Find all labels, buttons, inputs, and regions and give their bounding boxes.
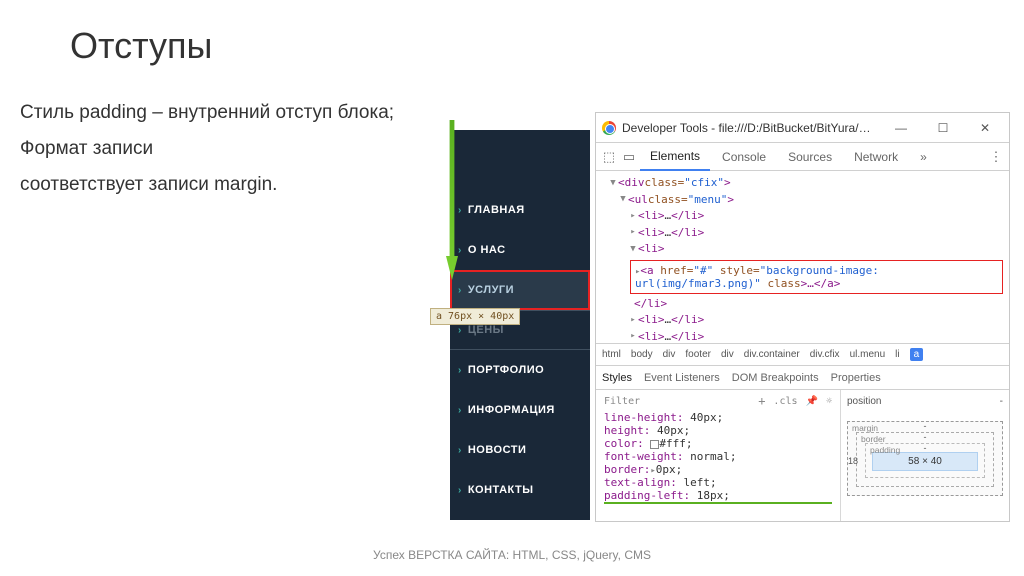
pin-icon[interactable]: 📌 (806, 396, 818, 407)
body-line-2: Формат записи (20, 131, 394, 167)
slide-footer: Успех ВЕРСТКА САЙТА: HTML, CSS, jQuery, … (0, 548, 1024, 562)
tab-console[interactable]: Console (712, 144, 776, 170)
minimize-button[interactable]: — (883, 116, 919, 140)
tab-styles[interactable]: Styles (602, 372, 632, 384)
tab-event-listeners[interactable]: Event Listeners (644, 372, 720, 384)
window-titlebar: Developer Tools - file:///D:/BitBucket/B… (596, 113, 1009, 143)
slide-body: Стиль padding – внутренний отступ блока;… (20, 95, 394, 203)
new-style-rule-icon[interactable]: + (758, 394, 765, 408)
device-toggle-icon[interactable]: ▭ (620, 148, 638, 166)
chevron-right-icon: › (458, 205, 462, 216)
more-icon[interactable]: ☼ (826, 396, 832, 407)
dom-tree[interactable]: ▼<div class="cfix"> ▼<ul class="menu"> ▸… (596, 171, 1009, 343)
chevron-right-icon: › (458, 325, 462, 336)
chrome-icon (602, 121, 616, 135)
styles-pane[interactable]: Filter + .cls 📌 ☼ line-height: 40px; hei… (596, 390, 841, 521)
kebab-icon[interactable]: ⋮ (987, 148, 1005, 166)
inspect-icon[interactable]: ⬚ (600, 148, 618, 166)
styles-tabs: Styles Event Listeners DOM Breakpoints P… (596, 365, 1009, 389)
nav-item-services[interactable]: ›УСЛУГИ (450, 270, 590, 310)
window-title: Developer Tools - file:///D:/BitBucket/B… (622, 121, 877, 135)
nav-item-contacts[interactable]: ›КОНТАКТЫ (450, 470, 590, 510)
tab-network[interactable]: Network (844, 144, 908, 170)
breadcrumb[interactable]: htmlbodydivfooterdivdiv.containerdiv.cfi… (596, 343, 1009, 365)
selected-dom-node[interactable]: ▸<a href="#" style="background-image: ur… (630, 260, 1003, 294)
site-nav-preview: a 76px × 40px ›ГЛАВНАЯ ›О НАС ›УСЛУГИ ›Ц… (450, 130, 590, 520)
tab-elements[interactable]: Elements (640, 143, 710, 171)
filter-input[interactable]: Filter (604, 396, 640, 407)
slide-title: Отступы (70, 25, 212, 67)
nav-item-portfolio[interactable]: ›ПОРТФОЛИО (450, 350, 590, 390)
chevron-right-icon: › (458, 485, 462, 496)
devtools-window: Developer Tools - file:///D:/BitBucket/B… (595, 112, 1010, 522)
tab-sources[interactable]: Sources (778, 144, 842, 170)
chevron-right-icon: › (458, 445, 462, 456)
chevron-right-icon: › (458, 245, 462, 256)
maximize-button[interactable]: ☐ (925, 116, 961, 140)
box-model-pane: position- margin - border - padding 18 -… (841, 390, 1009, 521)
body-line-1: Стиль padding – внутренний отступ блока; (20, 95, 394, 131)
chevron-right-icon: › (458, 365, 462, 376)
nav-item-home[interactable]: ›ГЛАВНАЯ (450, 190, 590, 230)
tab-properties[interactable]: Properties (831, 372, 881, 384)
dimension-tooltip: a 76px × 40px (430, 308, 520, 325)
nav-item-about[interactable]: ›О НАС (450, 230, 590, 270)
devtools-toolbar: ⬚ ▭ Elements Console Sources Network » ⋮ (596, 143, 1009, 171)
chevron-right-icon: › (458, 285, 462, 296)
tab-dom-breakpoints[interactable]: DOM Breakpoints (732, 372, 819, 384)
nav-item-news[interactable]: ›НОВОСТИ (450, 430, 590, 470)
cls-toggle[interactable]: .cls (773, 396, 797, 407)
chevron-right-icon: › (458, 405, 462, 416)
nav-item-info[interactable]: ›ИНФОРМАЦИЯ (450, 390, 590, 430)
tab-more-icon[interactable]: » (910, 144, 937, 170)
box-model-margin: margin - border - padding 18 - 58 × 40 (847, 421, 1003, 496)
body-line-3: соответствует записи margin. (20, 167, 394, 203)
close-button[interactable]: ✕ (967, 116, 1003, 140)
